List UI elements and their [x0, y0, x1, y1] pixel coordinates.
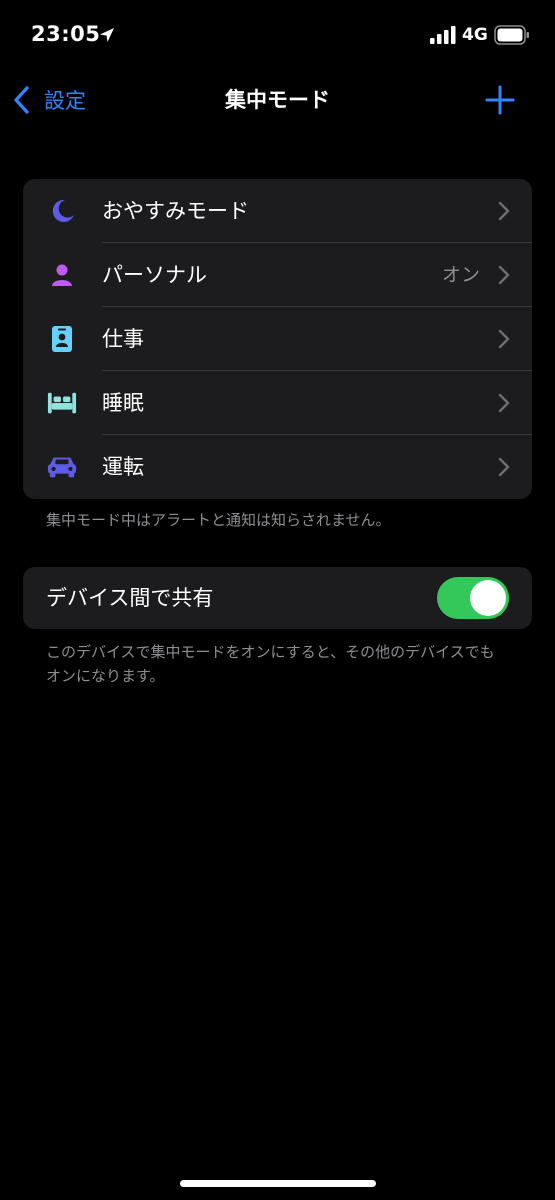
focus-mode-footnote: 集中モード中はアラートと通知は知らされません。: [46, 511, 391, 529]
moon-icon: [52, 199, 74, 222]
focus-mode-work[interactable]: 仕事: [23, 307, 532, 371]
chevron-right-icon: [498, 457, 510, 477]
focus-mode-label: パーソナル: [102, 263, 207, 287]
navigation-bar: 設定 集中モード: [0, 70, 555, 130]
id-badge-icon: [52, 326, 72, 352]
chevron-right-icon: [498, 265, 510, 285]
status-time: 23:05: [31, 22, 101, 46]
home-indicator[interactable]: [180, 1180, 376, 1187]
network-type: 4G: [462, 25, 488, 45]
status-bar: 23:05 4G: [0, 0, 555, 70]
toggle-knob: [470, 580, 506, 616]
chevron-right-icon: [498, 393, 510, 413]
add-icon[interactable]: [484, 84, 516, 116]
share-across-devices-row: デバイス間で共有: [23, 567, 532, 629]
focus-mode-do-not-disturb[interactable]: おやすみモード: [23, 179, 532, 243]
chevron-right-icon: [498, 329, 510, 349]
focus-mode-label: 運転: [102, 455, 144, 479]
car-icon: [47, 457, 77, 478]
chevron-right-icon: [498, 201, 510, 221]
focus-mode-label: 睡眠: [102, 391, 144, 415]
focus-mode-label: 仕事: [102, 327, 144, 351]
share-across-devices-toggle[interactable]: [437, 577, 509, 619]
focus-mode-label: おやすみモード: [102, 199, 249, 223]
focus-mode-driving[interactable]: 運転: [23, 435, 532, 499]
focus-mode-status: オン: [441, 264, 480, 286]
battery-icon: [494, 25, 529, 45]
cellular-signal-icon: [430, 26, 456, 44]
page-title: 集中モード: [225, 88, 330, 112]
focus-mode-sleep[interactable]: 睡眠: [23, 371, 532, 435]
person-icon: [52, 264, 72, 286]
share-footnote: このデバイスで集中モードをオンにすると、その他のデバイスでもオンになります。: [46, 643, 495, 685]
share-across-devices-label: デバイス間で共有: [46, 586, 214, 610]
bed-icon: [47, 392, 77, 414]
focus-mode-list: おやすみモード パーソナル オン 仕事 睡眠 運転: [23, 179, 532, 499]
location-arrow-icon: [100, 28, 114, 42]
focus-mode-personal[interactable]: パーソナル オン: [23, 243, 532, 307]
